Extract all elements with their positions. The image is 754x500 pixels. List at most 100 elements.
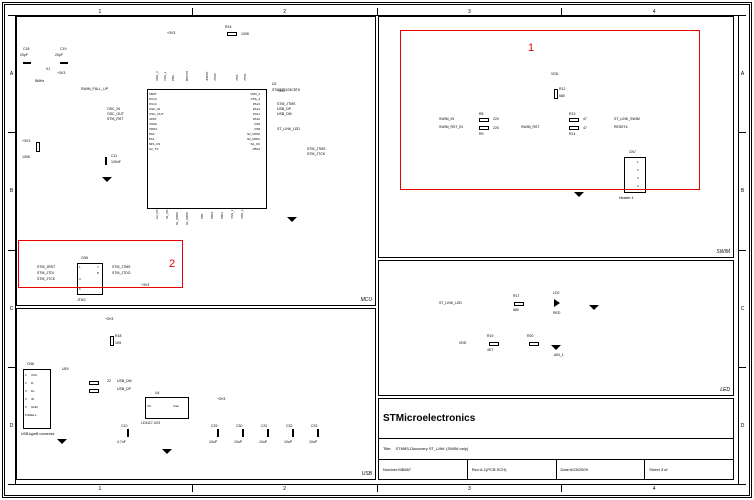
company-name: STMicroelectronics: [383, 413, 475, 424]
net-usb-dm: USB_DM: [277, 112, 292, 116]
c31-val: 10uP: [259, 440, 267, 444]
net-swim-pull-up: SWIM_PULL_UP: [81, 87, 108, 91]
highlight-label-1: 1: [528, 42, 534, 54]
c11-val: 100nF: [111, 160, 121, 164]
highlight-box-2: [18, 240, 183, 288]
pin-pa11: PA11: [253, 112, 260, 116]
gnd-icon: [162, 449, 172, 455]
title-block: STMicroelectronics Title: STM8S-Discover…: [378, 398, 734, 480]
r20-ref: R20: [527, 334, 533, 338]
cn6-connector: [23, 369, 51, 429]
c30-symbol: [242, 429, 244, 437]
pin-pa10: PA10: [253, 117, 260, 121]
number-value: MB867: [398, 467, 411, 472]
title-label: Title:: [383, 446, 392, 451]
ruler-col: 1: [8, 8, 193, 15]
r-pullup-val: 100K: [22, 155, 30, 159]
ruler-row: D: [8, 368, 15, 484]
r18-val: 1K5: [115, 341, 121, 345]
pin-pc14: PC14: [149, 102, 157, 106]
pin-vdd1: VDD_1: [240, 209, 244, 219]
net-p3v3-c: +3V3: [277, 89, 285, 93]
net-usb-dm2: USB_DM: [117, 379, 132, 383]
sheet-of: of: [664, 467, 667, 472]
ruler-row: A: [8, 16, 15, 133]
c32-val: 10uP: [284, 440, 292, 444]
pin-nrst: nRST: [149, 117, 157, 121]
pin-pb12: PB12: [253, 147, 260, 151]
gnd-icon: [102, 177, 112, 183]
r15-symbol: [227, 32, 237, 36]
cn6-ref: CN6: [27, 362, 34, 366]
c30-val: 10uP: [234, 440, 242, 444]
c10-ref: C10: [121, 424, 127, 428]
cn6-shell: SHELL: [27, 413, 37, 417]
date-value: 6/25/2009: [570, 467, 588, 472]
pin-pb11: PB11: [220, 212, 224, 219]
pin-s2-ck: S2_CK: [250, 142, 260, 146]
highlight-label-2: 2: [169, 258, 175, 270]
r20-symbol: [529, 342, 539, 346]
c19-val: 20pF: [55, 53, 63, 57]
c29-symbol: [217, 429, 219, 437]
c11-symbol: [105, 157, 107, 165]
c19-symbol: [60, 62, 68, 64]
pin-pa0: PA0: [149, 132, 154, 136]
cn6-p2: 2: [25, 381, 27, 385]
mcu-block-label: MCU: [361, 297, 372, 303]
net-p3v3-b: +3V3: [167, 31, 175, 35]
pin-pc13: PC13: [149, 97, 157, 101]
pin-vssa: VSSA: [149, 122, 157, 126]
r17-symbol: [514, 302, 524, 306]
c29-ref: C29: [211, 424, 217, 428]
sheet-label: Sheet 3: [649, 467, 663, 472]
ruler-col: 3: [378, 485, 563, 492]
pin-osc-out: OSC_OUT: [149, 112, 164, 116]
usb-block-label: USB: [362, 471, 372, 477]
pin-pa1: PA1: [149, 137, 154, 141]
ruler-row: B: [739, 133, 746, 250]
u4-vin: Vin: [147, 404, 151, 408]
r15-ref: R15: [225, 25, 231, 29]
rev-value: A.1(PCB.SCH): [480, 467, 506, 472]
net-usb-dp2: USB_DP: [117, 387, 131, 391]
pin-osc-in: OSC_IN: [149, 107, 160, 111]
pin-s2-mosi: S2_MOSI: [247, 132, 260, 136]
net-ain1: AIN_1: [554, 353, 564, 357]
c18-ref: C18: [23, 47, 29, 51]
gnd-icon: [574, 192, 584, 198]
c18-val: 20pF: [20, 53, 28, 57]
cn6-type: USB-typeB connector: [21, 432, 55, 436]
ruler-col: 4: [562, 485, 746, 492]
pin-pa13: PA13: [253, 102, 260, 106]
ruler-col: 2: [193, 485, 378, 492]
net-st-link-led2: ST_LINK_LED: [439, 301, 462, 305]
net-p3v3-a: +3V3: [57, 71, 65, 75]
cn6-vcc: VCC: [31, 373, 37, 377]
pin-jtck: JTCK: [243, 74, 247, 82]
c10-val: 4.7uF: [117, 440, 126, 444]
ruler-right: A B C D: [738, 16, 746, 484]
cn6-p1: 1: [25, 373, 27, 377]
r-pullup-symbol: [36, 142, 40, 152]
ruler-row: D: [739, 368, 746, 484]
gnd-icon: [589, 305, 599, 311]
r19-val: 4K7: [487, 348, 493, 352]
u4-regulator: [145, 397, 189, 419]
pin-u2-rx: U2_RX: [155, 209, 159, 219]
c32-symbol: [292, 429, 294, 437]
ruler-col: 3: [378, 8, 563, 15]
ic-ref: U2: [272, 82, 276, 86]
rusb-val: 22: [107, 379, 111, 383]
pin-s2-miso: S2_MISO: [247, 137, 260, 141]
swim-block-label: SWIM: [716, 249, 730, 255]
ruler-row: C: [8, 251, 15, 368]
pin-jtdi: JTDI: [235, 75, 239, 81]
gnd-icon: [551, 345, 561, 351]
c32-ref: C32: [286, 424, 292, 428]
led-icon: [554, 299, 560, 307]
u4-ref: U4: [155, 391, 159, 395]
ruler-col: 2: [193, 8, 378, 15]
x1-ref: X1: [46, 67, 50, 71]
rusb1-symbol: [89, 381, 99, 385]
